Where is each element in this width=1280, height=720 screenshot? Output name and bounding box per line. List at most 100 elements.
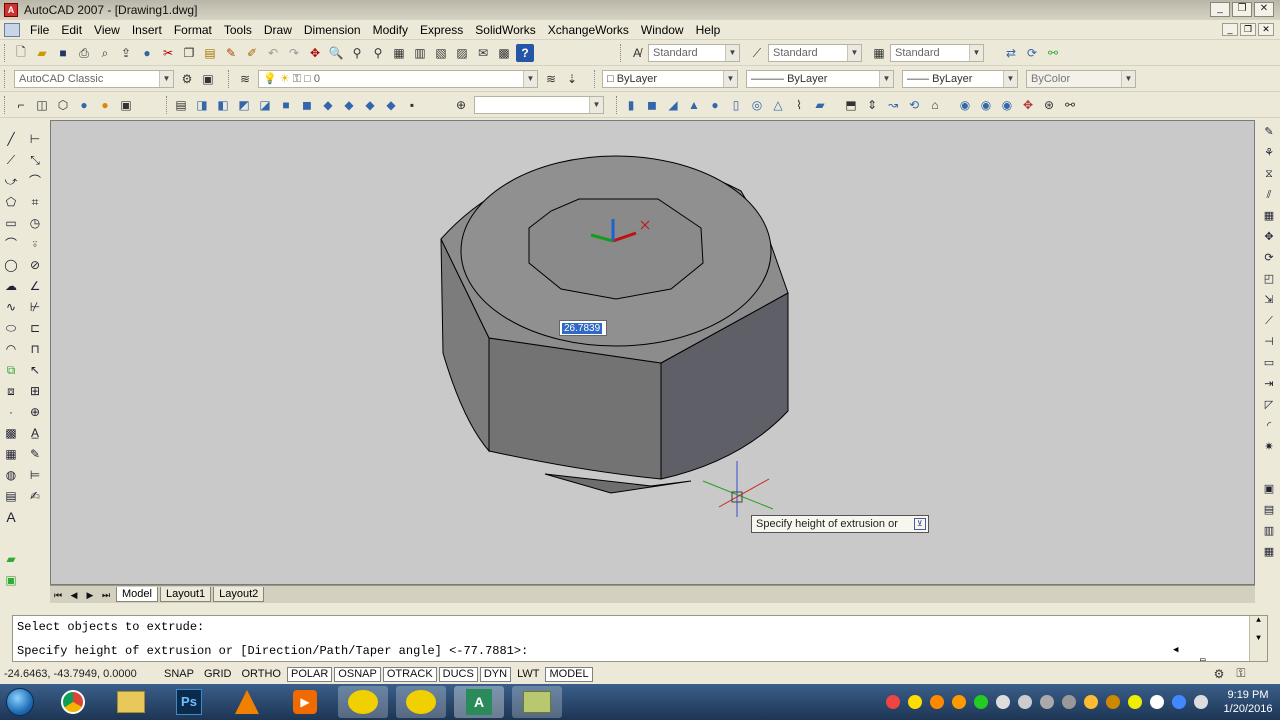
dimension-jogged-icon[interactable]: ⍤ [26,235,44,253]
chevron-down-icon[interactable]: ▼ [1121,71,1135,87]
circle-icon[interactable]: ◯ [2,256,20,274]
paste-icon[interactable]: ▤ [201,44,219,62]
orbit-icon[interactable]: ⊕ [452,96,470,114]
layer-previous-icon[interactable]: ⇣ [563,70,581,88]
3d-dwf-icon[interactable]: ● [138,44,156,62]
bluetooth-icon[interactable] [1172,695,1186,709]
block-editor-icon[interactable]: ✐ [243,44,261,62]
wireframe-3d-icon[interactable]: ⬡ [54,96,72,114]
menu-express[interactable]: Express [414,23,469,37]
menu-window[interactable]: Window [635,23,690,37]
revision-cloud-icon[interactable]: ☁ [2,277,20,295]
tray-app-icon[interactable] [996,695,1010,709]
tray-app-icon[interactable] [1084,695,1098,709]
taskbar-media[interactable]: ▶ [280,686,330,718]
wedge-icon[interactable]: ◢ [664,96,682,114]
comm-center-icon[interactable]: ⚙ [1210,666,1228,681]
menu-solidworks[interactable]: SolidWorks [469,23,541,37]
sw-iso-icon[interactable]: ◆ [319,96,337,114]
dimension-linear-icon[interactable]: ⊢ [26,130,44,148]
hatch-icon[interactable]: ▩ [2,424,20,442]
save-icon[interactable]: ■ [54,44,72,62]
chevron-down-icon[interactable]: ▼ [589,97,603,113]
insert-block-icon[interactable]: ⧉ [2,361,20,379]
tab-layout1[interactable]: Layout1 [159,587,212,602]
plot-style-combo[interactable]: ByColor ▼ [1026,70,1136,88]
right-view-icon[interactable]: ◪ [256,96,274,114]
publish-icon[interactable]: ⇪ [117,44,135,62]
tray-app-icon[interactable] [930,695,944,709]
taskbar-paper-1[interactable] [338,686,388,718]
help-icon[interactable]: ? [516,44,534,62]
color-combo[interactable]: □ ByLayer ▼ [602,70,738,88]
text-style-icon[interactable]: A̸ [628,44,646,62]
dimension-arc-icon[interactable]: ⌒ [26,172,44,190]
region-icon[interactable]: ◍ [2,466,20,484]
gradient-icon[interactable]: ▦ [2,445,20,463]
tray-app-icon[interactable] [1062,695,1076,709]
doc-close-button[interactable]: ✕ [1258,23,1274,36]
stretch-icon[interactable]: ⇲ [1260,291,1278,309]
zoom-window-icon[interactable]: ⚲ [348,44,366,62]
lwt-toggle[interactable]: LWT [513,667,543,682]
polygon-icon[interactable]: ⬠ [2,193,20,211]
layer-combo[interactable]: 💡 ☀ ⚿ □ 0 ▼ [258,70,538,88]
trim-icon[interactable]: ⟋ [1260,312,1278,330]
pyramid-icon[interactable]: △ [769,96,787,114]
snap-toggle[interactable]: SNAP [160,667,198,682]
above-object-icon[interactable]: ▦ [1260,543,1278,561]
wireframe-2d-icon[interactable]: ◫ [33,96,51,114]
tray-app-icon[interactable] [1018,695,1032,709]
break-icon[interactable]: ▭ [1260,354,1278,372]
planar-surface-icon[interactable]: ▰ [811,96,829,114]
redo-icon[interactable]: ↷ [285,44,303,62]
tray-app-icon[interactable] [952,695,966,709]
dimension-diameter-icon[interactable]: ⊘ [26,256,44,274]
menu-tools[interactable]: Tools [218,23,258,37]
autocad-app-icon[interactable]: A [4,3,18,17]
lock-icon[interactable]: ⚿ [293,73,301,85]
dimension-text-icon[interactable]: A̲ [26,424,44,442]
revolve-icon[interactable]: ⟲ [905,96,923,114]
toolbar-grip[interactable] [4,44,7,62]
tab-layout2[interactable]: Layout2 [213,587,265,602]
chevron-down-icon[interactable]: ▼ [847,45,861,61]
tray-app-icon[interactable] [974,695,988,709]
image-icon[interactable]: ▣ [2,571,20,589]
menu-file[interactable]: File [24,23,55,37]
command-line[interactable]: Select objects to extrude: Specify heigh… [12,615,1268,675]
table-style-combo[interactable]: Standard ▼ [890,44,984,62]
mirror-icon[interactable]: ⧖ [1260,165,1278,183]
extend-icon[interactable]: ⊣ [1260,333,1278,351]
chevron-down-icon[interactable]: ▼ [725,45,739,61]
ellipse-icon[interactable]: ⬭ [2,319,20,337]
intersect-icon[interactable]: ◉ [998,96,1016,114]
dimension-edit-icon[interactable]: ✎ [26,445,44,463]
bring-front-icon[interactable]: ▤ [1260,501,1278,519]
layer-manager-icon[interactable]: ≋ [236,70,254,88]
draw-order-icon[interactable]: ▣ [1260,480,1278,498]
chevron-down-icon[interactable]: ▼ [969,45,983,61]
minimize-button[interactable]: _ [1210,2,1230,17]
point-icon[interactable]: · [2,403,20,421]
menu-format[interactable]: Format [168,23,218,37]
document-icon[interactable] [4,22,20,37]
rectangle-icon[interactable]: ▭ [2,214,20,232]
polyline-icon[interactable]: ⤻ [2,172,20,190]
quick-leader-icon[interactable]: ↖ [26,361,44,379]
plot-preview-icon[interactable]: ⌕ [96,44,114,62]
make-block-icon[interactable]: ⧈ [2,382,20,400]
sheet-set-icon[interactable]: ▨ [453,44,471,62]
menu-modify[interactable]: Modify [367,23,414,37]
torus-icon[interactable]: ◎ [748,96,766,114]
first-tab-icon[interactable]: ⏮ [50,588,66,602]
dim-style-icon[interactable]: ⟋ [748,44,766,62]
tray-app-icon[interactable] [1128,695,1142,709]
rotate-icon[interactable]: ⟳ [1260,249,1278,267]
compare-icon[interactable]: ⇄ [1002,44,1020,62]
menu-insert[interactable]: Insert [126,23,168,37]
close-button[interactable]: ✕ [1254,2,1274,17]
command-scrollbar[interactable]: ▲ ▼ [1249,616,1267,661]
tool-palettes-icon[interactable]: ▧ [432,44,450,62]
link-icon[interactable]: ⚯ [1044,44,1062,62]
